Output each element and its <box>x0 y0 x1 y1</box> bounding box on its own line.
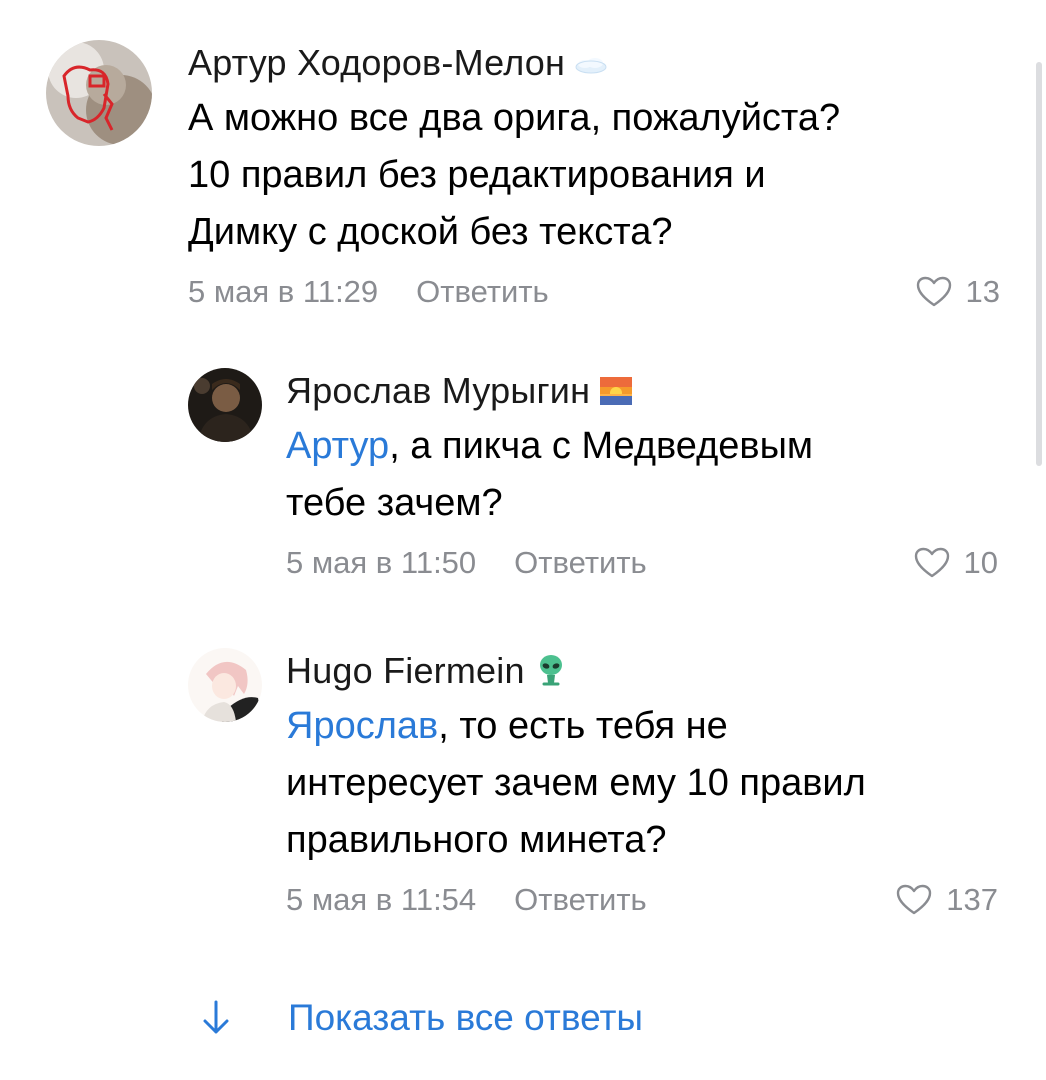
comment-body: Hugo Fiermein Ярослав, то есть тебя не и… <box>286 648 998 925</box>
comment-date: 5 мая в 11:29 <box>188 274 379 309</box>
reply-button[interactable]: Ответить <box>514 545 647 581</box>
show-all-replies-label: Показать все ответы <box>288 997 644 1038</box>
avatar[interactable] <box>188 368 262 442</box>
comment-date: 5 мая в 11:50 <box>286 545 477 580</box>
comment-text: Ярослав, то есть тебя не интересует заче… <box>286 698 986 869</box>
mention-link[interactable]: Артур <box>286 425 389 467</box>
mention-link[interactable]: Ярослав <box>286 705 438 747</box>
text-line: Димку с доской без текста? <box>188 211 673 253</box>
like-button[interactable]: 10 <box>914 538 998 588</box>
comment-meta: 5 мая в 11:54 Ответить 137 <box>286 875 998 925</box>
heart-icon <box>916 276 952 308</box>
alien-icon <box>533 654 569 688</box>
comment-text: Артур, а пикча с Медведевым тебе зачем? <box>286 418 986 532</box>
comment-meta: 5 мая в 11:29 Ответить 13 <box>188 267 1000 317</box>
text-line: тебе зачем? <box>286 482 503 524</box>
comment-body: Ярослав Мурыгин Артур, а пикча с Медведе… <box>286 368 998 588</box>
reply-button[interactable]: Ответить <box>416 274 549 310</box>
comment-text: А можно все два орига, пожалуйста? 10 пр… <box>188 90 988 261</box>
scrollbar[interactable] <box>1036 62 1042 466</box>
text-line: 10 правил без редактирования и <box>188 154 766 196</box>
sunset-icon <box>598 374 634 408</box>
reply-button[interactable]: Ответить <box>514 882 647 918</box>
author-name[interactable]: Артур Ходоров-Мелон <box>188 40 565 86</box>
like-count: 10 <box>963 545 998 580</box>
comments-page: Артур Ходоров-Мелон А можно все два ориг… <box>0 0 1046 1080</box>
avatar[interactable] <box>188 648 262 722</box>
author-name[interactable]: Ярослав Мурыгин <box>286 368 590 414</box>
arrow-down-icon <box>200 998 232 1038</box>
like-count: 137 <box>946 882 998 917</box>
heart-icon <box>896 884 932 916</box>
like-button[interactable]: 13 <box>916 267 1000 317</box>
like-count: 13 <box>965 274 1000 309</box>
text-line: А можно все два орига, пожалуйста? <box>188 97 841 139</box>
cloud-icon <box>573 46 609 80</box>
text-line: Ярослав, то есть тебя не <box>286 705 728 747</box>
comment-body: Артур Ходоров-Мелон А можно все два ориг… <box>188 40 1000 317</box>
like-button[interactable]: 137 <box>896 875 998 925</box>
author-name[interactable]: Hugo Fiermein <box>286 648 525 694</box>
comment-meta: 5 мая в 11:50 Ответить 10 <box>286 538 998 588</box>
heart-icon <box>914 547 950 579</box>
text-line: интересует зачем ему 10 правил <box>286 762 866 804</box>
comment-date: 5 мая в 11:54 <box>286 882 477 917</box>
text-line: правильного минета? <box>286 819 667 861</box>
avatar[interactable] <box>46 40 152 146</box>
show-all-replies-button[interactable]: Показать все ответы <box>200 992 643 1044</box>
text-line: Артур, а пикча с Медведевым <box>286 425 814 467</box>
